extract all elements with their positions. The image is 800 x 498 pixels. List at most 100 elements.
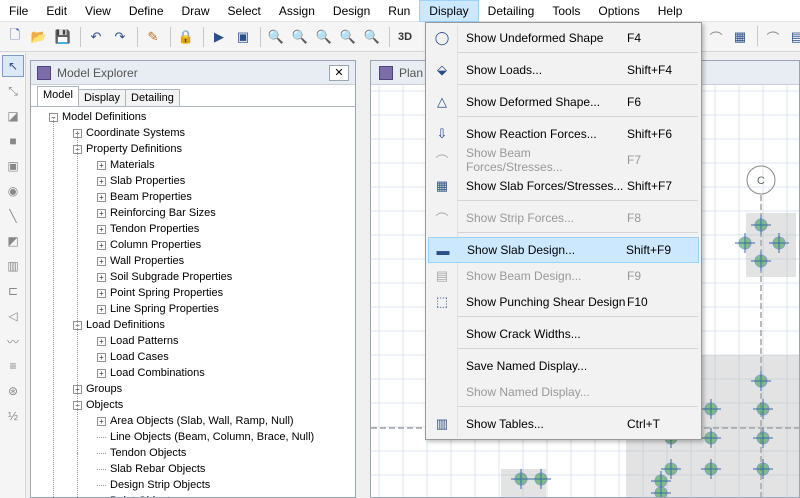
pencil-icon[interactable]: ✎ bbox=[142, 26, 164, 48]
menu-draw[interactable]: Draw bbox=[173, 0, 219, 22]
menu-item-show-beam-design[interactable]: ▤ Show Beam Design... F9 bbox=[428, 263, 699, 289]
menu-item-show-strip-forces[interactable]: ⌒ Show Strip Forces... F8 bbox=[428, 205, 699, 231]
draw-rectangle-icon[interactable]: ■ bbox=[2, 130, 24, 152]
expand-icon[interactable]: + bbox=[97, 272, 106, 282]
tree-item[interactable]: + Soil Subgrade Properties bbox=[97, 269, 232, 285]
menu-item-show-deformed-shape[interactable]: △ Show Deformed Shape... F6 bbox=[428, 89, 699, 115]
tree-item[interactable]: + Point Objects bbox=[97, 493, 175, 497]
expand-icon[interactable]: + bbox=[97, 304, 106, 314]
expand-icon[interactable]: + bbox=[97, 240, 106, 250]
draw-column-icon[interactable]: ▥ bbox=[2, 255, 24, 277]
tree-item[interactable]: − Property Definitions bbox=[73, 141, 182, 157]
tree-item[interactable]: − Model Definitions bbox=[49, 109, 146, 125]
menu-run[interactable]: Run bbox=[379, 0, 419, 22]
open-folder-icon[interactable]: 📂 bbox=[28, 26, 50, 48]
menu-select[interactable]: Select bbox=[219, 0, 270, 22]
zoom-all-icon[interactable]: 🔍 bbox=[289, 26, 311, 48]
menu-tools[interactable]: Tools bbox=[543, 0, 589, 22]
slab-design-toolbar-icon[interactable]: ▤ bbox=[786, 26, 800, 48]
expand-icon[interactable]: + bbox=[97, 416, 106, 426]
expand-icon[interactable]: + bbox=[97, 160, 106, 170]
tree-item[interactable]: + Materials bbox=[97, 157, 155, 173]
expand-icon[interactable]: + bbox=[97, 224, 106, 234]
tree-item[interactable]: Design Strip Objects bbox=[97, 477, 210, 493]
menu-item-show-punching-shear-design[interactable]: ⬚ Show Punching Shear Design F10 bbox=[428, 289, 699, 315]
tree-item[interactable]: + Wall Properties bbox=[97, 253, 184, 269]
run-design-icon[interactable]: ▣ bbox=[232, 26, 254, 48]
menu-item-show-slab-forces-stresses[interactable]: ▦ Show Slab Forces/Stresses... Shift+F7 bbox=[428, 173, 699, 199]
zoom-window-icon[interactable]: 🔍 bbox=[265, 26, 287, 48]
tree-item[interactable]: + Point Spring Properties bbox=[97, 285, 223, 301]
menu-item-show-reaction-forces[interactable]: ⇩ Show Reaction Forces... Shift+F6 bbox=[428, 121, 699, 147]
menu-item-show-slab-design[interactable]: ▬ Show Slab Design... Shift+F9 bbox=[428, 237, 699, 263]
expand-icon[interactable]: + bbox=[97, 336, 106, 346]
menu-file[interactable]: File bbox=[0, 0, 37, 22]
view-3d-button[interactable]: 3D bbox=[398, 31, 412, 43]
save-icon[interactable]: 💾 bbox=[52, 26, 74, 48]
zoom-out-icon[interactable]: 🔍 bbox=[361, 26, 383, 48]
tree-item[interactable]: Line Objects (Beam, Column, Brace, Null) bbox=[97, 429, 314, 445]
expand-icon[interactable]: + bbox=[97, 208, 106, 218]
tree-item[interactable]: + Slab Properties bbox=[97, 173, 185, 189]
menu-item-save-named-display[interactable]: Save Named Display... bbox=[428, 353, 699, 379]
tree-item[interactable]: + Beam Properties bbox=[97, 189, 192, 205]
tree-item[interactable]: + Coordinate Systems bbox=[73, 125, 185, 141]
menu-help[interactable]: Help bbox=[649, 0, 692, 22]
tree-item[interactable]: + Area Objects (Slab, Wall, Ramp, Null) bbox=[97, 413, 294, 429]
tree-item[interactable]: + Reinforcing Bar Sizes bbox=[97, 205, 216, 221]
expand-icon[interactable]: + bbox=[97, 192, 106, 202]
tree-item[interactable]: + Column Properties bbox=[97, 237, 201, 253]
tree-item[interactable]: + Line Spring Properties bbox=[97, 301, 219, 317]
strip-forces-toolbar-icon[interactable]: ⌒ bbox=[762, 26, 784, 48]
menu-item-show-loads[interactable]: ⬙ Show Loads... Shift+F4 bbox=[428, 57, 699, 83]
tree-item[interactable]: − Load Definitions bbox=[73, 317, 165, 333]
menu-define[interactable]: Define bbox=[120, 0, 173, 22]
pointer-icon[interactable]: ↖ bbox=[2, 55, 24, 77]
run-icon[interactable]: ▶ bbox=[208, 26, 230, 48]
expand-icon[interactable]: + bbox=[97, 368, 106, 378]
tab-display[interactable]: Display bbox=[77, 89, 127, 106]
draw-rebar-icon[interactable]: ≡ bbox=[2, 355, 24, 377]
zoom-previous-icon[interactable]: 🔍 bbox=[313, 26, 335, 48]
tree-item[interactable]: + Tendon Properties bbox=[97, 221, 199, 237]
draw-text-icon[interactable]: ½ bbox=[2, 405, 24, 427]
draw-line-icon[interactable]: ╲ bbox=[2, 205, 24, 227]
undo-icon[interactable]: ↶ bbox=[85, 26, 107, 48]
menu-detailing[interactable]: Detailing bbox=[479, 0, 544, 22]
draw-dimension-icon[interactable]: ⊛ bbox=[2, 380, 24, 402]
draw-wall-icon[interactable]: ◁ bbox=[2, 305, 24, 327]
draw-slab-icon[interactable]: ◪ bbox=[2, 105, 24, 127]
new-file-icon[interactable]: 🗋 bbox=[4, 26, 26, 48]
tree-item[interactable]: + Load Cases bbox=[97, 349, 169, 365]
menu-options[interactable]: Options bbox=[589, 0, 648, 22]
lock-icon[interactable]: 🔒 bbox=[175, 26, 197, 48]
slab-forces-toolbar-icon[interactable]: ▦ bbox=[729, 26, 751, 48]
draw-opening-icon[interactable]: ▣ bbox=[2, 155, 24, 177]
reshape-icon[interactable]: ⤡ bbox=[2, 80, 24, 102]
draw-point-icon[interactable]: ◉ bbox=[2, 180, 24, 202]
menu-view[interactable]: View bbox=[76, 0, 120, 22]
tab-model[interactable]: Model bbox=[37, 86, 79, 106]
menu-item-show-undeformed-shape[interactable]: ◯ Show Undeformed Shape F4 bbox=[428, 25, 699, 51]
tree-item[interactable]: + Groups bbox=[73, 381, 122, 397]
tree-item[interactable]: Tendon Objects bbox=[97, 445, 186, 461]
expand-icon[interactable]: + bbox=[97, 288, 106, 298]
expand-icon[interactable]: + bbox=[97, 352, 106, 362]
menu-assign[interactable]: Assign bbox=[270, 0, 324, 22]
menu-item-show-crack-widths[interactable]: Show Crack Widths... bbox=[428, 321, 699, 347]
menu-item-show-beam-forces-stresses[interactable]: ⌒ Show Beam Forces/Stresses... F7 bbox=[428, 146, 699, 174]
menu-item-show-named-display[interactable]: Show Named Display... bbox=[428, 379, 699, 405]
tree-item[interactable]: − Objects bbox=[73, 397, 123, 413]
tree-item[interactable]: + Load Combinations bbox=[97, 365, 205, 381]
draw-tendon-icon[interactable]: 〰 bbox=[2, 330, 24, 352]
menu-item-show-tables[interactable]: ▥ Show Tables... Ctrl+T bbox=[428, 411, 699, 437]
close-icon[interactable]: ✕ bbox=[329, 64, 349, 81]
menu-design[interactable]: Design bbox=[324, 0, 379, 22]
tree-item[interactable]: + Load Patterns bbox=[97, 333, 179, 349]
expand-icon[interactable]: + bbox=[97, 256, 106, 266]
expand-icon[interactable]: + bbox=[97, 496, 106, 497]
menu-display[interactable]: Display bbox=[419, 0, 479, 22]
draw-beam-icon[interactable]: ◩ bbox=[2, 230, 24, 252]
beam-forces-toolbar-icon[interactable]: ⌒ bbox=[705, 26, 727, 48]
draw-strip-icon[interactable]: ⊏ bbox=[2, 280, 24, 302]
